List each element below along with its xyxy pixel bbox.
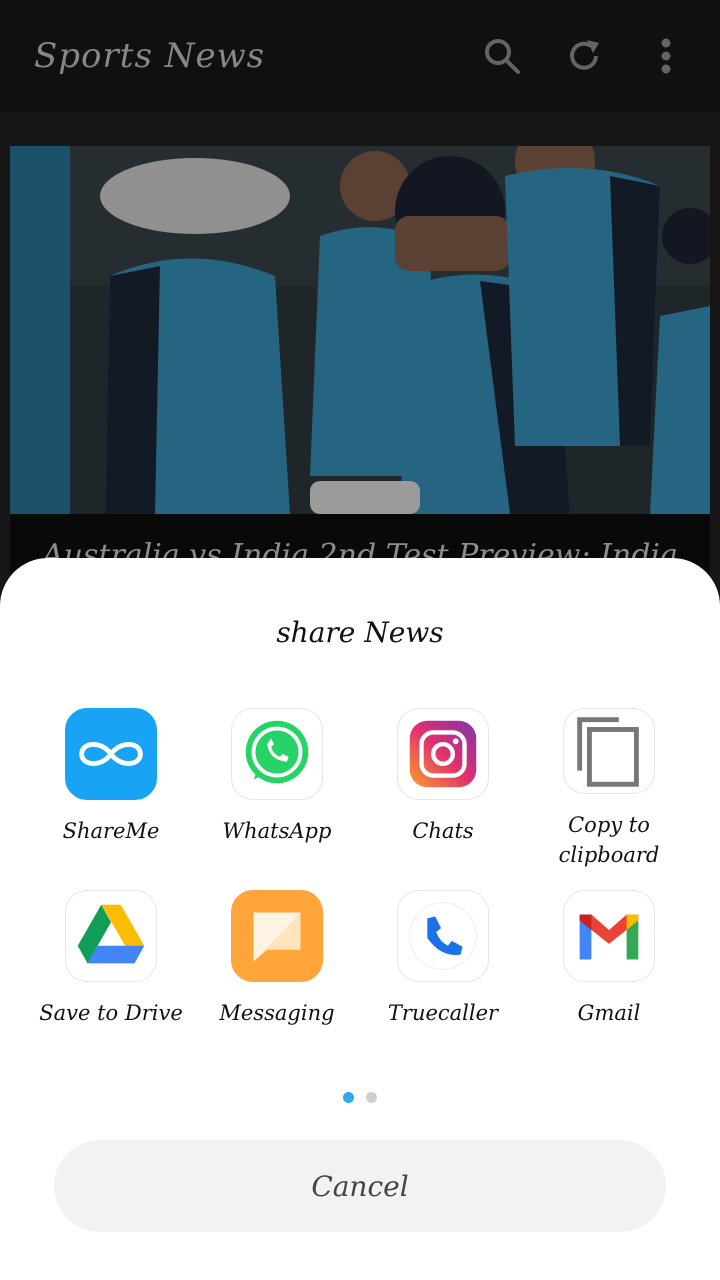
- instagram-icon: [397, 708, 489, 800]
- share-sheet-title: share News: [276, 616, 444, 649]
- share-target-label: Messaging: [219, 1001, 335, 1025]
- truecaller-icon: [397, 890, 489, 982]
- share-target-truecaller[interactable]: Truecaller: [360, 890, 526, 1052]
- share-target-label: Truecaller: [387, 1001, 499, 1025]
- share-target-whatsapp[interactable]: WhatsApp: [194, 708, 360, 870]
- share-target-instagram[interactable]: Chats: [360, 708, 526, 870]
- whatsapp-icon: [231, 708, 323, 800]
- share-target-label: Save to Drive: [39, 1001, 183, 1025]
- share-app-grid: ShareMe WhatsApp Chats Copy to clipboard…: [28, 708, 692, 1052]
- share-target-gmail[interactable]: Gmail: [526, 890, 692, 1052]
- page-indicator: [0, 1092, 720, 1103]
- page-dot[interactable]: [366, 1092, 377, 1103]
- shareme-icon: [65, 708, 157, 800]
- share-target-messaging[interactable]: Messaging: [194, 890, 360, 1052]
- copy-icon: [563, 708, 655, 794]
- share-sheet: share News ShareMe WhatsApp Chats Copy t…: [0, 558, 720, 1280]
- share-target-label: Gmail: [577, 1001, 641, 1025]
- share-target-label: ShareMe: [62, 819, 160, 843]
- share-target-shareme[interactable]: ShareMe: [28, 708, 194, 870]
- drive-icon: [65, 890, 157, 982]
- share-target-label: WhatsApp: [222, 819, 332, 843]
- messaging-icon: [231, 890, 323, 982]
- share-target-copy[interactable]: Copy to clipboard: [526, 708, 692, 870]
- page-dot-active[interactable]: [343, 1092, 354, 1103]
- gmail-icon: [563, 890, 655, 982]
- share-target-label: Chats: [412, 819, 474, 843]
- share-target-label: Copy to clipboard: [558, 813, 660, 867]
- share-target-drive[interactable]: Save to Drive: [28, 890, 194, 1052]
- cancel-button[interactable]: Cancel: [54, 1140, 666, 1232]
